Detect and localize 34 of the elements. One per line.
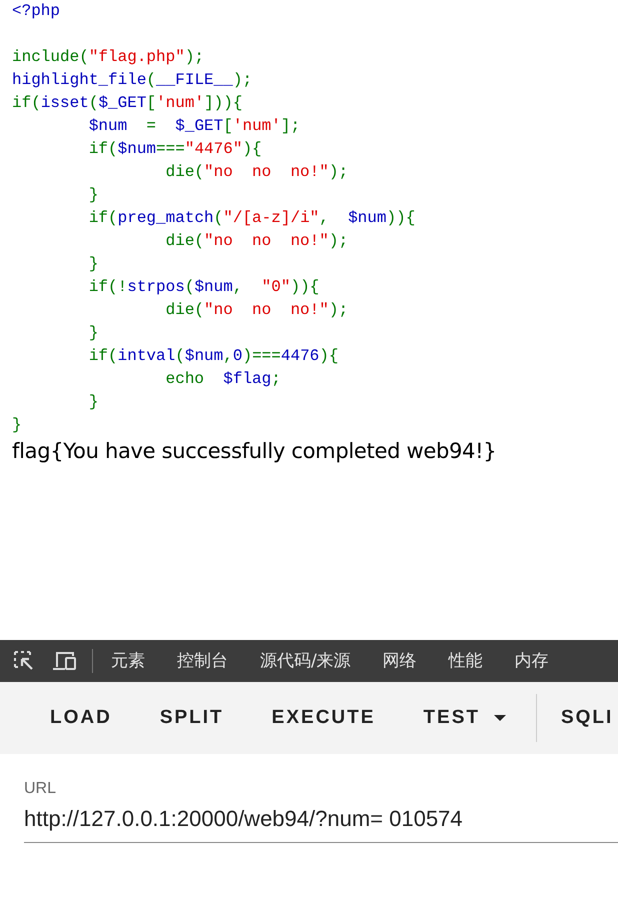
devtools-tab[interactable]: 控制台 xyxy=(177,638,228,684)
code-line: } xyxy=(88,392,98,413)
device-toolbar-icon[interactable] xyxy=(52,650,78,672)
devtools-tab[interactable]: 性能 xyxy=(448,638,483,684)
code-line: include("flag.php"); xyxy=(12,47,204,68)
dropdown-button[interactable]: TEST xyxy=(399,697,530,739)
devtools-tab[interactable]: 内存 xyxy=(514,638,549,684)
toolbar-button[interactable]: EXECUTE xyxy=(248,697,400,739)
caret-icon xyxy=(494,715,506,721)
flag-output: flag{You have successfully completed web94!} xyxy=(11,439,496,463)
toolbar-button[interactable]: SPLIT xyxy=(136,697,248,739)
devtools-tab[interactable]: 元素 xyxy=(111,638,145,684)
toolbar-button[interactable]: SQLI xyxy=(536,697,614,739)
code-line: highlight_file(__FILE__); xyxy=(12,70,252,91)
devtools-tab[interactable]: 网络 xyxy=(382,638,417,684)
code-line: die("no no no!"); xyxy=(164,300,348,321)
toolbar-button[interactable]: LOAD xyxy=(26,697,136,739)
code-line: } xyxy=(88,185,98,206)
code-line: if($num==="4476"){ xyxy=(88,139,262,160)
code-line: die("no no no!"); xyxy=(164,231,348,252)
code-line: if(intval($num,0)===4476){ xyxy=(88,346,338,367)
code-line: } xyxy=(88,254,98,275)
code-line: $num = $_GET['num']; xyxy=(88,116,300,137)
code-line: if(!strpos($num, "0")){ xyxy=(88,277,320,298)
url-label: URL xyxy=(24,780,56,798)
code-line: } xyxy=(12,415,22,436)
devtools-tab[interactable]: 源代码/来源 xyxy=(260,638,351,684)
code-line: die("no no no!"); xyxy=(164,162,348,183)
code-line: <?php xyxy=(12,1,60,22)
code-line: if(preg_match("/[a-z]/i", $num)){ xyxy=(88,208,416,229)
code-line: echo $flag; xyxy=(164,369,281,390)
url-field[interactable]: http://127.0.0.1:20000/web94/?num= 010574 xyxy=(24,800,618,843)
code-line: } xyxy=(88,323,98,344)
code-line: if(isset($_GET['num'])){ xyxy=(12,93,242,114)
